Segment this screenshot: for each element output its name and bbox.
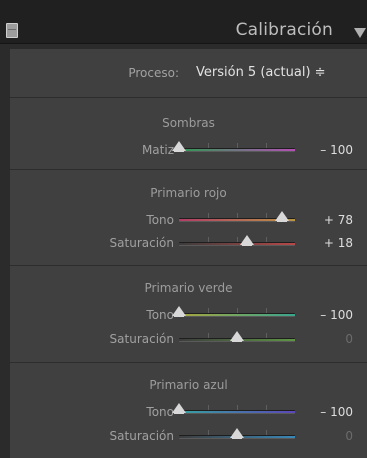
green-saturation-value[interactable]: 0 [345,332,353,346]
red-hue-value[interactable]: + 78 [324,213,353,227]
section-title-blue-primary: Primario azul [149,378,228,392]
blue-hue-value[interactable]: – 100 [320,405,353,419]
slider-tick [208,308,209,313]
process-version-select[interactable]: Versión 5 (actual) ≑ [196,65,326,80]
section-title-shadows: Sombras [162,116,215,130]
slider-tick [208,405,209,410]
slider-thumb[interactable] [172,306,186,317]
blue-saturation-slider[interactable] [179,428,295,439]
panel-switch-icon[interactable] [6,23,18,38]
slider-tick [237,213,238,218]
slider-tick [208,333,209,338]
slider-tick [208,430,209,435]
process-row: Proceso: Versión 5 (actual) ≑ [10,49,367,97]
divider [10,265,367,266]
slider-tick [208,237,209,242]
shadows-tint-value[interactable]: – 100 [320,143,353,157]
slider-tick [266,430,267,435]
shadows-tint-label: Matiz [141,143,174,157]
green-hue-label: Tono [146,308,174,322]
blue-saturation-label: Saturación [109,429,174,443]
slider-thumb[interactable] [172,141,186,152]
slider-tick [237,237,238,242]
red-hue-slider[interactable] [179,211,295,222]
slider-tick [237,308,238,313]
red-saturation-slider[interactable] [179,235,295,246]
shadows-tint-slider[interactable] [172,141,295,152]
slider-thumb[interactable] [230,331,244,342]
section-title-red-primary: Primario rojo [150,186,227,200]
divider [10,169,367,170]
divider [10,362,367,363]
green-saturation-label: Saturación [109,332,174,346]
green-hue-value[interactable]: – 100 [320,308,353,322]
green-saturation-slider[interactable] [179,331,295,342]
red-saturation-label: Saturación [109,236,174,250]
green-hue-slider[interactable] [172,306,295,317]
slider-tick [266,405,267,410]
process-label: Proceso: [128,66,179,80]
slider-thumb[interactable] [275,211,289,222]
slider-tick [237,143,238,148]
calibration-panel: Proceso: Versión 5 (actual) ≑ Sombras Ma… [10,49,367,458]
slider-tick [266,213,267,218]
slider-tick [266,237,267,242]
divider [10,97,367,98]
red-hue-label: Tono [146,213,174,227]
slider-thumb[interactable] [240,235,254,246]
blue-hue-label: Tono [146,405,174,419]
slider-tick [237,405,238,410]
red-saturation-value[interactable]: + 18 [324,236,353,250]
slider-tick [266,308,267,313]
slider-tick [208,213,209,218]
slider-tick [208,143,209,148]
blue-saturation-value[interactable]: 0 [345,429,353,443]
slider-tick [266,143,267,148]
slider-tick [266,333,267,338]
panel-title: Calibración [235,20,333,40]
panel-header[interactable]: Calibración [0,0,367,44]
triangle-down-icon[interactable] [354,28,366,38]
section-title-green-primary: Primario verde [144,281,233,295]
slider-thumb[interactable] [172,403,186,414]
slider-thumb[interactable] [230,428,244,439]
blue-hue-slider[interactable] [172,403,295,414]
